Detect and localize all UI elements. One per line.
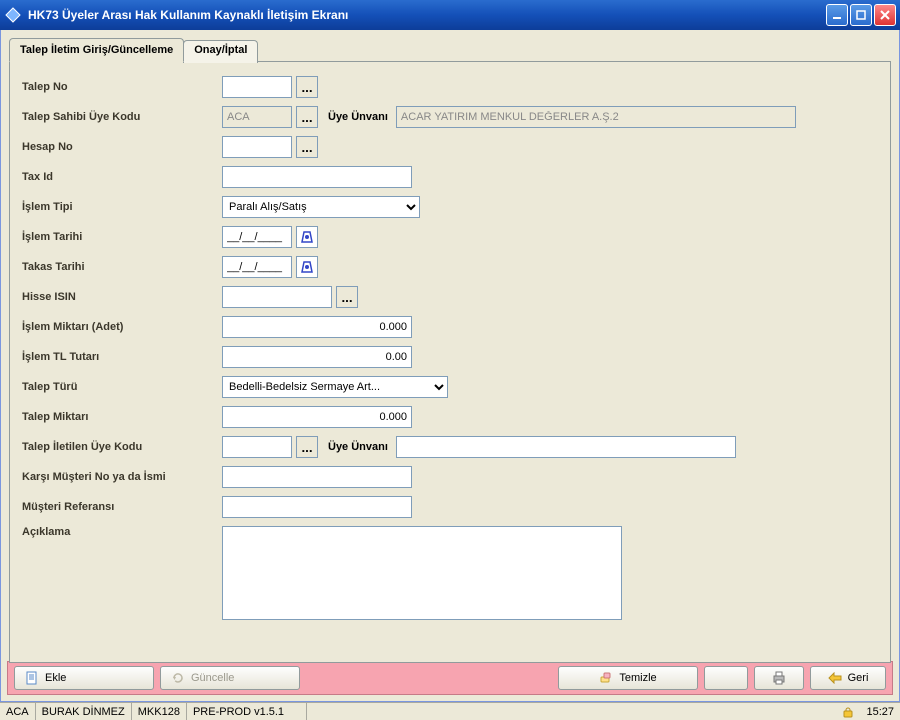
label-talep-miktari: Talep Miktarı	[22, 411, 222, 423]
tax-id-input[interactable]	[222, 166, 412, 188]
label-talep-sahibi: Talep Sahibi Üye Kodu	[22, 111, 222, 123]
label-takas-tarihi: Takas Tarihi	[22, 261, 222, 273]
ekle-label: Ekle	[45, 672, 66, 684]
tab-panel: Talep No ... Talep Sahibi Üye Kodu ... Ü…	[9, 61, 891, 663]
label-islem-tl: İşlem TL Tutarı	[22, 351, 222, 363]
status-time: 15:27	[860, 703, 900, 720]
new-doc-icon	[25, 671, 39, 685]
islem-tipi-select[interactable]: Paralı Alış/Satış	[222, 196, 420, 218]
temizle-button[interactable]: Temizle	[558, 666, 698, 690]
lock-icon	[842, 706, 854, 718]
label-uye-unvani-1: Üye Ünvanı	[328, 111, 388, 123]
talep-no-input[interactable]	[222, 76, 292, 98]
label-hisse-isin: Hisse ISIN	[22, 291, 222, 303]
status-lock	[836, 703, 860, 720]
label-islem-tipi: İşlem Tipi	[22, 201, 222, 213]
status-user: BURAK DİNMEZ	[36, 703, 132, 720]
hesap-no-lookup[interactable]: ...	[296, 136, 318, 158]
label-tax-id: Tax Id	[22, 171, 222, 183]
title-bar: HK73 Üyeler Arası Hak Kullanım Kaynaklı …	[0, 0, 900, 30]
label-islem-miktari: İşlem Miktarı (Adet)	[22, 321, 222, 333]
islem-tarihi-calendar[interactable]	[296, 226, 318, 248]
label-hesap-no: Hesap No	[22, 141, 222, 153]
uye-unvani-1-input	[396, 106, 796, 128]
talep-sahibi-input	[222, 106, 292, 128]
status-bar: ACA BURAK DİNMEZ MKK128 PRE-PROD v1.5.1 …	[0, 702, 900, 720]
talep-turu-select[interactable]: Bedelli-Bedelsiz Sermaye Art...	[222, 376, 448, 398]
calendar-icon	[300, 230, 314, 244]
hisse-isin-lookup[interactable]: ...	[336, 286, 358, 308]
geri-button[interactable]: Geri	[810, 666, 886, 690]
maximize-button[interactable]	[850, 4, 872, 26]
talep-no-lookup[interactable]: ...	[296, 76, 318, 98]
guncelle-button: Güncelle	[160, 666, 300, 690]
label-talep-no: Talep No	[22, 81, 222, 93]
takas-tarihi-calendar[interactable]	[296, 256, 318, 278]
footer-bar: Ekle Güncelle Temizle Geri	[7, 661, 893, 695]
aciklama-textarea[interactable]	[222, 526, 622, 620]
label-islem-tarihi: İşlem Tarihi	[22, 231, 222, 243]
label-karsi-musteri: Karşı Müşteri No ya da İsmi	[22, 471, 222, 483]
hesap-no-input[interactable]	[222, 136, 292, 158]
refresh-icon	[171, 671, 185, 685]
label-talep-turu: Talep Türü	[22, 381, 222, 393]
label-talep-iletilen: Talep İletilen Üye Kodu	[22, 441, 222, 453]
blank-button[interactable]	[704, 666, 748, 690]
app-icon	[4, 6, 22, 24]
islem-miktari-input[interactable]	[222, 316, 412, 338]
talep-iletilen-input[interactable]	[222, 436, 292, 458]
talep-iletilen-lookup[interactable]: ...	[296, 436, 318, 458]
temizle-label: Temizle	[619, 672, 656, 684]
label-musteri-ref: Müşteri Referansı	[22, 501, 222, 513]
islem-tarihi-input[interactable]	[222, 226, 292, 248]
uye-unvani-2-input[interactable]	[396, 436, 736, 458]
talep-miktari-input[interactable]	[222, 406, 412, 428]
window-title: HK73 Üyeler Arası Hak Kullanım Kaynaklı …	[28, 8, 826, 22]
karsi-musteri-input[interactable]	[222, 466, 412, 488]
geri-label: Geri	[848, 672, 869, 684]
status-mkk: MKK128	[132, 703, 187, 720]
label-uye-unvani-2: Üye Ünvanı	[328, 441, 388, 453]
back-arrow-icon	[828, 672, 842, 684]
label-aciklama: Açıklama	[22, 526, 222, 538]
eraser-icon	[599, 671, 613, 685]
close-button[interactable]	[874, 4, 896, 26]
status-version: PRE-PROD v1.5.1	[187, 703, 307, 720]
printer-icon	[771, 671, 787, 685]
hisse-isin-input[interactable]	[222, 286, 332, 308]
status-aca: ACA	[0, 703, 36, 720]
tab-onay-iptal[interactable]: Onay/İptal	[183, 40, 258, 63]
tab-talep-iletim[interactable]: Talep İletim Giriş/Güncelleme	[9, 38, 184, 62]
ekle-button[interactable]: Ekle	[14, 666, 154, 690]
talep-sahibi-lookup[interactable]: ...	[296, 106, 318, 128]
takas-tarihi-input[interactable]	[222, 256, 292, 278]
musteri-ref-input[interactable]	[222, 496, 412, 518]
guncelle-label: Güncelle	[191, 672, 234, 684]
print-button[interactable]	[754, 666, 804, 690]
calendar-icon	[300, 260, 314, 274]
islem-tl-input[interactable]	[222, 346, 412, 368]
minimize-button[interactable]	[826, 4, 848, 26]
